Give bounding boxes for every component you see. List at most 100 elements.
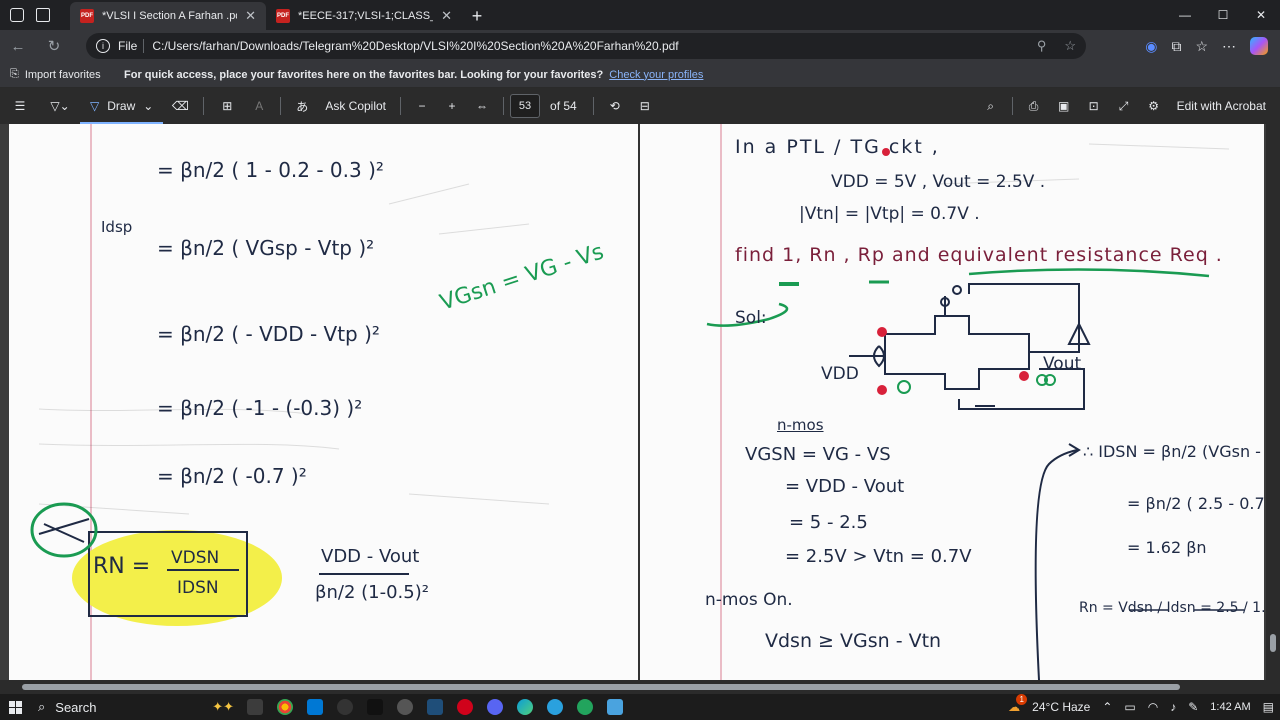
start-button[interactable] xyxy=(0,700,30,714)
text-box-icon[interactable]: ⊞ xyxy=(210,88,244,124)
edit-with-acrobat-button[interactable]: Edit with Acrobat xyxy=(1169,88,1280,124)
document-area[interactable]: = βn/2 ( 1 - 0.2 - 0.3 )² Idsp = βn/2 ( … xyxy=(0,124,1280,680)
back-button[interactable]: ← xyxy=(0,31,36,61)
page-number-input[interactable]: 53 xyxy=(510,94,541,118)
green-underline xyxy=(968,268,1210,278)
edge-icon[interactable] xyxy=(517,699,533,715)
chrome-icon[interactable] xyxy=(277,699,293,715)
page-count: of 54 xyxy=(550,99,577,113)
task-view-icon[interactable] xyxy=(247,699,263,715)
wifi-icon[interactable]: ◠ xyxy=(1148,700,1158,714)
sparkle-icon: ✦✦ xyxy=(212,699,234,714)
check-profiles-link[interactable]: Check your profiles xyxy=(609,69,703,81)
copilot-icon[interactable] xyxy=(1250,37,1268,55)
draw-button[interactable]: ▽ Draw ⌄ xyxy=(80,90,164,124)
tab-actions-icon[interactable] xyxy=(36,8,50,22)
maximize-button[interactable]: ☐ xyxy=(1204,0,1242,30)
extension-icon[interactable]: ◉ xyxy=(1145,38,1157,55)
read-aloud-icon[interactable]: A xyxy=(244,88,274,124)
fullscreen-icon[interactable]: ⤢ xyxy=(1109,88,1139,124)
favorites-bar: ⎘ Import favorites For quick access, pla… xyxy=(0,62,1280,88)
eraser-icon[interactable]: ⌫ xyxy=(163,88,197,124)
solution-label: Sol: xyxy=(735,308,767,328)
close-icon[interactable]: ✕ xyxy=(441,8,452,24)
weather-badge: 1 xyxy=(1016,694,1028,705)
import-favorites[interactable]: ⎘ Import favorites xyxy=(0,68,124,81)
highlight-icon[interactable]: ▽⌄ xyxy=(40,88,80,124)
rn-rhs-numerator: VDD - Vout xyxy=(321,546,420,567)
weather-text[interactable]: 24°C Haze xyxy=(1032,700,1090,714)
notification-icon[interactable]: ▤ xyxy=(1263,700,1274,714)
fit-page-icon[interactable]: ⇔ xyxy=(467,88,497,124)
upwork-icon[interactable] xyxy=(577,699,593,715)
nmos-line: = 5 - 2.5 xyxy=(789,512,868,533)
print-icon[interactable]: ⎙ xyxy=(1019,88,1049,124)
discord-icon[interactable] xyxy=(487,699,503,715)
close-icon[interactable]: ✕ xyxy=(245,8,256,24)
save-icon[interactable]: ▣ xyxy=(1049,88,1079,124)
close-window-button[interactable]: ✕ xyxy=(1242,0,1280,30)
zoom-out-button[interactable]: − xyxy=(407,88,437,124)
pen-tray-icon[interactable]: ✎ xyxy=(1188,700,1198,714)
url-text[interactable]: C:/Users/farhan/Downloads/Telegram%20Des… xyxy=(152,39,678,53)
minimize-button[interactable]: — xyxy=(1166,0,1204,30)
rn-result: Rn = Vdsn / Idsn = 2.5 / 1.62βn xyxy=(1079,600,1264,616)
equation-line: = βn/2 ( VGsp - Vtp )² xyxy=(157,236,375,260)
network-icon[interactable]: ▭ xyxy=(1124,700,1135,714)
draw-label: Draw xyxy=(107,99,136,113)
rn-numerator: VDSN xyxy=(171,548,220,568)
more-menu-icon[interactable]: ⋯ xyxy=(1222,38,1236,55)
equation-line: = βn/2 ( -1 - (-0.3) )² xyxy=(157,396,363,420)
idsp-label: Idsp xyxy=(101,218,133,236)
settings-gear-icon[interactable]: ⚙ xyxy=(1139,88,1169,124)
info-icon[interactable]: i xyxy=(96,39,110,53)
chatgpt-icon[interactable] xyxy=(397,699,413,715)
refresh-button[interactable]: ↻ xyxy=(36,31,72,61)
omnibox[interactable]: i File C:/Users/farhan/Downloads/Telegra… xyxy=(86,33,1086,59)
horizontal-scrollbar[interactable] xyxy=(0,680,1280,694)
zoom-in-button[interactable]: + xyxy=(437,88,467,124)
browser-toolbar: ◉ ⧉ ☆ ⋯ xyxy=(1145,30,1274,62)
new-tab-button[interactable]: + xyxy=(462,2,492,30)
volume-icon[interactable]: ♪ xyxy=(1170,700,1176,714)
github-icon[interactable] xyxy=(337,699,353,715)
problem-line: |Vtn| = |Vtp| = 0.7V . xyxy=(799,204,980,224)
pdf-page[interactable]: = βn/2 ( 1 - 0.2 - 0.3 )² Idsp = βn/2 ( … xyxy=(9,124,1264,680)
zoom-icon[interactable]: ⚲ xyxy=(1037,38,1047,54)
contents-icon[interactable]: ☰ xyxy=(0,88,40,124)
equation-line: = βn/2 ( -0.7 )² xyxy=(157,464,307,488)
equation-line: = βn/2 ( - VDD - Vtp )² xyxy=(157,322,380,346)
favorite-star-icon[interactable]: ☆ xyxy=(1064,38,1076,54)
tab-title: *EECE-317;VLSI-1;CLASS_LECTURE xyxy=(298,10,433,22)
divider xyxy=(503,97,505,115)
notepad-icon[interactable] xyxy=(607,699,623,715)
problem-line: In a PTL / TG ckt , xyxy=(735,136,940,158)
extensions-puzzle-icon[interactable]: ⧉ xyxy=(1171,38,1181,55)
save-as-icon[interactable]: ⊡ xyxy=(1079,88,1109,124)
tab-vlsi-section-a[interactable]: PDF *VLSI I Section A Farhan .pdf ✕ xyxy=(70,2,266,30)
outlook-icon[interactable] xyxy=(307,699,323,715)
search-icon[interactable]: ⌕ xyxy=(976,88,1006,124)
weather-icon[interactable]: ☁ 1 xyxy=(1008,694,1028,714)
vertical-scrollbar[interactable] xyxy=(1266,124,1280,680)
divider xyxy=(1011,97,1013,115)
pdf-icon: PDF xyxy=(80,9,94,23)
opera-icon[interactable] xyxy=(457,699,473,715)
scroll-thumb[interactable] xyxy=(22,684,1180,690)
page-view-icon[interactable]: ⊟ xyxy=(630,88,660,124)
scroll-thumb[interactable] xyxy=(1270,634,1276,652)
search-icon: ⌕ xyxy=(38,699,46,714)
rotate-icon[interactable]: ⟲ xyxy=(600,88,630,124)
taskbar-search[interactable]: ⌕ Search ✦✦ xyxy=(30,695,240,719)
workspaces-icon[interactable] xyxy=(10,8,24,22)
tab-eece-317[interactable]: PDF *EECE-317;VLSI-1;CLASS_LECTURE ✕ xyxy=(266,2,462,30)
chevron-up-icon[interactable]: ⌃ xyxy=(1102,700,1112,714)
ask-copilot-button[interactable]: Ask Copilot xyxy=(317,88,394,124)
terminal-icon[interactable] xyxy=(367,699,383,715)
telegram-icon[interactable] xyxy=(547,699,563,715)
translate-icon[interactable]: あ xyxy=(287,88,317,124)
clock[interactable]: 1:42 AM xyxy=(1210,701,1250,713)
leetcode-icon[interactable] xyxy=(427,699,443,715)
tab-actions xyxy=(0,0,70,30)
favorites-icon[interactable]: ☆ xyxy=(1195,38,1208,55)
